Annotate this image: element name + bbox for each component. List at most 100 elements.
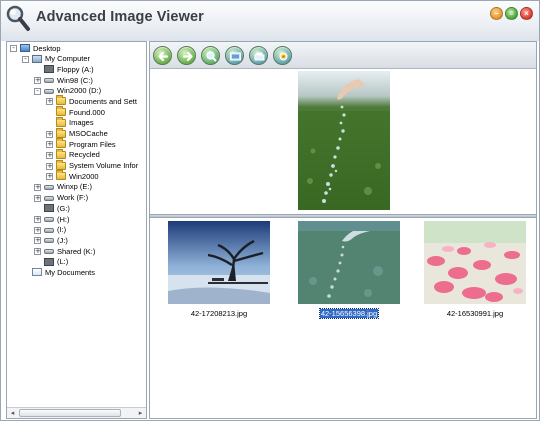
- tree-item[interactable]: + (H:): [7, 214, 146, 225]
- thumbnail-item[interactable]: 42-16530991.jpg: [415, 218, 535, 328]
- tree-item[interactable]: (L:): [7, 257, 146, 268]
- tree-item[interactable]: - Win2000 (D:): [7, 86, 146, 97]
- expand-icon[interactable]: +: [34, 248, 41, 256]
- tree-item[interactable]: Images: [7, 116, 146, 129]
- tree-item[interactable]: - Desktop: [7, 43, 146, 54]
- folder-icon: [56, 170, 66, 181]
- thumbnail-image[interactable]: [168, 221, 270, 304]
- tree-item[interactable]: Found.000: [7, 106, 146, 118]
- expand-icon[interactable]: +: [34, 237, 41, 245]
- thumbnail-image[interactable]: [298, 221, 400, 304]
- tree-item[interactable]: + (J:): [7, 235, 146, 246]
- print-icon: [254, 52, 265, 61]
- thumbnail-filename-text: 42-15656398.jpg: [318, 308, 380, 319]
- tree-item[interactable]: + Program Files: [7, 138, 146, 150]
- app-window: Advanced Image Viewer – = × - Desktop - My …: [0, 0, 540, 421]
- tree-item-label: MSOCache: [69, 129, 108, 138]
- slideshow-icon: [230, 52, 241, 61]
- expand-icon[interactable]: +: [34, 216, 41, 223]
- computer-icon: [32, 54, 42, 63]
- expand-icon[interactable]: +: [46, 151, 53, 159]
- folder-icon: [56, 95, 66, 106]
- close-button[interactable]: ×: [520, 7, 533, 20]
- settings-button[interactable]: [273, 46, 292, 65]
- tree-item-label: Win2000 (D:): [57, 86, 102, 96]
- desktop-icon: [20, 44, 30, 52]
- expand-icon[interactable]: +: [46, 173, 53, 181]
- tree-item[interactable]: + MSOCache: [7, 127, 146, 140]
- folder-icon: [56, 116, 66, 127]
- drive-icon: [44, 78, 54, 84]
- tree-item-label: Win98 (C:): [57, 75, 93, 85]
- tree-item[interactable]: + System Volume Infor: [7, 159, 146, 172]
- expand-icon[interactable]: +: [46, 130, 53, 138]
- tree-item-label: Found.000: [69, 107, 105, 117]
- maximize-button[interactable]: =: [505, 7, 518, 20]
- slideshow-button[interactable]: [225, 46, 244, 65]
- tree-item[interactable]: - My Computer: [7, 54, 146, 65]
- folder-tree: - Desktop - My Computer Floppy (A:) + Win98 (C…: [7, 43, 146, 278]
- scroll-right-icon[interactable]: ▸: [136, 409, 145, 417]
- collapse-icon[interactable]: -: [34, 87, 41, 95]
- print-button[interactable]: [249, 46, 268, 65]
- tree-item-label: Win2000: [69, 171, 99, 181]
- minimize-button[interactable]: –: [490, 7, 503, 20]
- tree-item[interactable]: + Work (F:): [7, 193, 146, 204]
- tree-item-label: My Computer: [45, 54, 91, 64]
- tree-item[interactable]: Floppy (A:): [7, 64, 146, 75]
- expand-icon[interactable]: +: [34, 194, 41, 202]
- floppy-icon: [44, 257, 54, 266]
- arrow-right-icon: [182, 51, 193, 62]
- tree-item[interactable]: + Documents and Sett: [7, 95, 146, 107]
- docs-icon: [32, 268, 42, 277]
- expand-icon[interactable]: +: [34, 183, 41, 191]
- drive-icon: [44, 227, 54, 233]
- expand-icon[interactable]: +: [46, 141, 53, 149]
- thumbnail-filename-text: 42-17208213.jpg: [190, 309, 248, 318]
- folder-icon: [56, 148, 66, 159]
- app-title: Advanced Image Viewer: [36, 9, 204, 25]
- forward-button[interactable]: [177, 46, 196, 65]
- folder-tree-panel: - Desktop - My Computer Floppy (A:) + Win98 (C…: [6, 41, 147, 419]
- zoom-icon: [206, 51, 217, 62]
- expand-icon[interactable]: +: [34, 77, 41, 85]
- tree-item[interactable]: + Winxp (E:): [7, 182, 146, 193]
- tree-item[interactable]: + Win98 (C:): [7, 75, 146, 86]
- zoom-button[interactable]: [201, 46, 220, 65]
- preview-image: [298, 71, 390, 210]
- thumbnail-item[interactable]: 42-17208213.jpg: [159, 218, 279, 328]
- drive-icon: [44, 217, 54, 222]
- collapse-icon[interactable]: -: [22, 55, 29, 63]
- scroll-left-icon[interactable]: ◂: [8, 409, 17, 417]
- tree-item-label: (H:): [57, 214, 70, 224]
- expand-icon[interactable]: +: [46, 98, 53, 106]
- thumbnail-image[interactable]: [424, 221, 526, 304]
- tree-item-label: Program Files: [69, 139, 116, 149]
- tree-item-label: Work (F:): [57, 193, 89, 203]
- expand-icon[interactable]: +: [34, 226, 41, 234]
- back-button[interactable]: [153, 46, 172, 65]
- drive-icon: [44, 195, 54, 201]
- thumbnail-filename: 42-15656398.jpg: [289, 308, 409, 319]
- tree-item[interactable]: + Recycled: [7, 148, 146, 161]
- tree-item[interactable]: + Win2000: [7, 170, 146, 182]
- tree-item[interactable]: + (I:): [7, 225, 146, 236]
- tree-item[interactable]: My Documents: [7, 267, 146, 278]
- scrollbar-thumb[interactable]: [19, 409, 121, 417]
- tree-item-label: System Volume Infor: [69, 161, 139, 171]
- tree-item[interactable]: (G:): [7, 203, 146, 214]
- thumbnail-filename-text: 42-16530991.jpg: [446, 309, 504, 318]
- tree-item[interactable]: + Shared (K:): [7, 246, 146, 257]
- thumbnail-filename: 42-16530991.jpg: [415, 309, 535, 318]
- horizontal-scrollbar[interactable]: ◂ ▸: [7, 407, 146, 418]
- collapse-icon[interactable]: -: [10, 45, 17, 52]
- thumbnail-item[interactable]: 42-15656398.jpg: [289, 218, 409, 328]
- expand-icon[interactable]: +: [46, 162, 53, 170]
- folder-icon: [56, 138, 66, 149]
- tree-item-label: Images: [69, 118, 94, 128]
- title-bar[interactable]: Advanced Image Viewer – = ×: [1, 1, 539, 41]
- folder-icon: [56, 127, 66, 138]
- drive-icon: [44, 238, 54, 244]
- settings-icon: [279, 52, 288, 61]
- tree-item-label: (G:): [57, 203, 70, 213]
